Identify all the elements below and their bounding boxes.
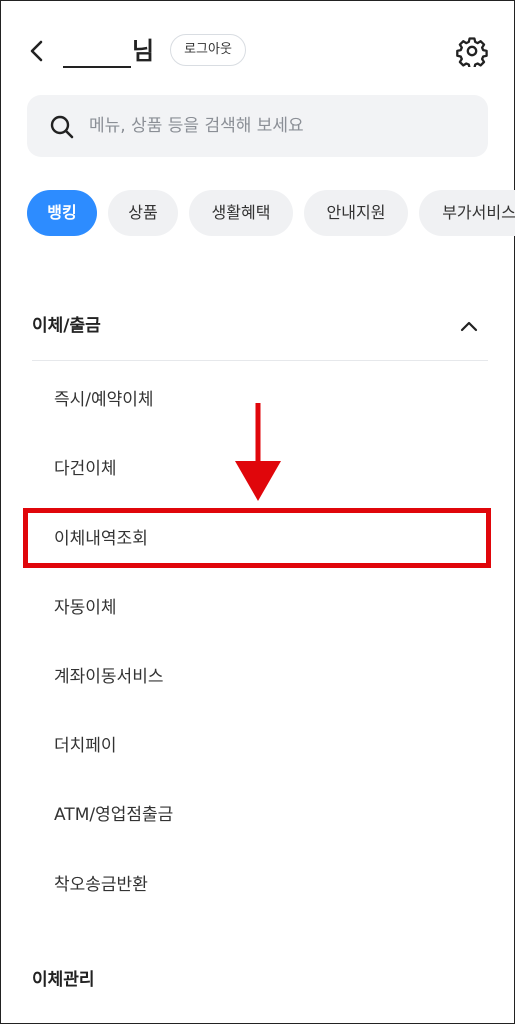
user-honorific: 님 — [132, 37, 155, 65]
section-title-transfer-management[interactable]: 이체관리 — [32, 968, 95, 992]
section-title-transfer[interactable]: 이체/출금 — [32, 314, 101, 338]
tab-support[interactable]: 안내지원 — [304, 190, 408, 236]
username-blank — [63, 66, 131, 68]
menu-item-account-switch[interactable]: 계좌이동서비스 — [54, 665, 163, 689]
chevron-up-icon[interactable] — [458, 316, 480, 336]
search-placeholder: 메뉴, 상품 등을 검색해 보세요 — [89, 116, 304, 136]
section-divider — [32, 360, 488, 361]
menu-item-mistaken-remittance[interactable]: 착오송금반환 — [54, 873, 148, 897]
menu-item-instant-transfer[interactable]: 즉시/예약이체 — [54, 388, 154, 412]
menu-item-bulk-transfer[interactable]: 다건이체 — [54, 457, 117, 481]
tab-banking[interactable]: 뱅킹 — [27, 190, 97, 236]
search-bar[interactable]: 메뉴, 상품 등을 검색해 보세요 — [27, 95, 488, 157]
highlight-box — [23, 508, 491, 568]
search-icon — [50, 115, 74, 139]
tab-extra-services[interactable]: 부가서비스 — [419, 190, 515, 236]
menu-item-atm-withdrawal[interactable]: ATM/영업점출금 — [54, 803, 173, 827]
tab-products[interactable]: 상품 — [108, 190, 178, 236]
gear-icon[interactable] — [456, 35, 488, 67]
tab-life-benefits[interactable]: 생활혜택 — [189, 190, 293, 236]
logout-button[interactable]: 로그아웃 — [170, 34, 246, 66]
category-tabs: 뱅킹 상품 생활혜택 안내지원 부가서비스 — [27, 190, 515, 238]
menu-item-auto-transfer[interactable]: 자동이체 — [54, 596, 117, 620]
menu-item-dutch-pay[interactable]: 더치페이 — [54, 734, 117, 758]
chevron-left-icon[interactable] — [26, 38, 48, 64]
down-arrow-icon — [235, 403, 281, 501]
